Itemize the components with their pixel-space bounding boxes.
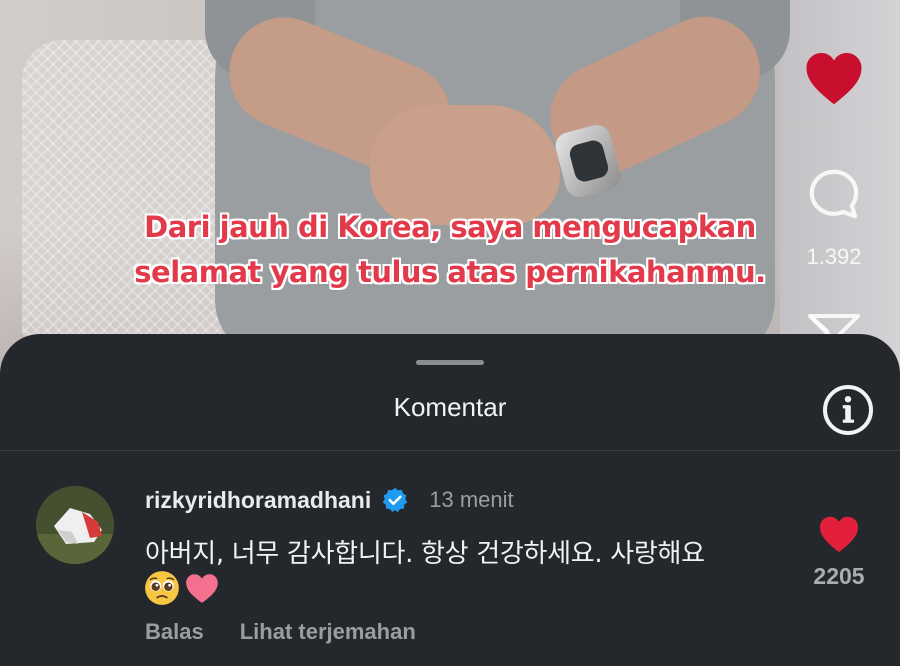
verified-badge-icon	[382, 487, 408, 513]
pink-heart-icon	[186, 574, 218, 603]
pleading-face-icon	[145, 571, 179, 605]
info-icon[interactable]	[822, 384, 874, 436]
comment-timestamp: 13 menit	[429, 487, 514, 512]
video-subtitle-line2: selamat yang tulus atas pernikahanmu.	[134, 255, 766, 289]
sheet-drag-handle[interactable]	[416, 360, 484, 365]
sheet-title: Komentar	[393, 392, 507, 422]
video-subtitle-line1: Dari jauh di Korea, saya mengucapkan	[144, 210, 756, 244]
comments-sheet: Komentar rizkyridhoramadhani 13 menit 아버…	[0, 334, 900, 666]
avatar-image	[36, 486, 114, 564]
video-hands	[370, 105, 560, 225]
heart-icon[interactable]	[818, 515, 860, 553]
comment-header: rizkyridhoramadhani 13 menit	[145, 485, 514, 515]
comment-actions: Balas Lihat terjemahan	[145, 619, 416, 645]
avatar[interactable]	[36, 486, 114, 564]
reply-button[interactable]: Balas	[145, 619, 204, 645]
comment-item: rizkyridhoramadhani 13 menit 아버지, 너무 감사합…	[0, 451, 900, 666]
username[interactable]: rizkyridhoramadhani	[145, 487, 371, 514]
comment-text: 아버지, 너무 감사합니다. 항상 건강하세요. 사랑해요	[145, 539, 705, 569]
comment-bubble-icon[interactable]	[804, 166, 864, 222]
like-count: 2205	[813, 563, 865, 589]
video-player[interactable]: Dari jauh di Korea, saya mengucapkan sel…	[0, 0, 900, 380]
comment-emojis	[143, 569, 221, 609]
heart-icon[interactable]	[804, 50, 864, 106]
translate-button[interactable]: Lihat terjemahan	[240, 619, 416, 645]
comment-count: 1.392	[806, 244, 862, 269]
